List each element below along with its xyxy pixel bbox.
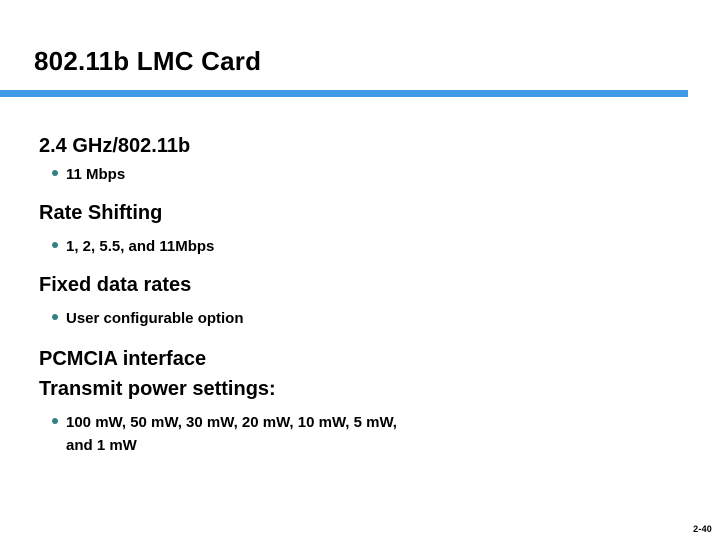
list-item-label: 1, 2, 5.5, and 11Mbps bbox=[66, 238, 215, 255]
list-item: 11 Mbps bbox=[39, 163, 679, 186]
list-item: User configurable option bbox=[39, 307, 679, 330]
list-item-label: User configurable option bbox=[66, 310, 244, 327]
content-block: Transmit power settings: 100 mW, 50 mW, … bbox=[39, 376, 679, 457]
section-heading: PCMCIA interface bbox=[39, 348, 207, 370]
slide-canvas: 802.11b LMC Card 2.4 GHz/802.11b 11 Mbps… bbox=[0, 0, 720, 540]
list-item: 100 mW, 50 mW, 30 mW, 20 mW, 10 mW, 5 mW… bbox=[39, 411, 679, 457]
list-item-label: 100 mW, 50 mW, 30 mW, 20 mW, 10 mW, 5 mW… bbox=[66, 414, 397, 454]
slide-title-area: 802.11b LMC Card bbox=[34, 44, 684, 84]
bullet-dot-icon bbox=[52, 163, 66, 186]
section-heading: Fixed data rates bbox=[39, 274, 192, 296]
section-heading: 2.4 GHz/802.11b bbox=[39, 135, 191, 157]
content-block: 2.4 GHz/802.11b 11 Mbps bbox=[39, 133, 679, 186]
list-item-label: 11 Mbps bbox=[66, 166, 126, 183]
content-block: PCMCIA interface bbox=[39, 346, 679, 372]
content-block: Rate Shifting 1, 2, 5.5, and 11Mbps bbox=[39, 200, 679, 258]
bullet-dot-icon bbox=[52, 235, 66, 258]
title-divider-rule bbox=[0, 90, 688, 97]
content-block: Fixed data rates User configurable optio… bbox=[39, 272, 679, 330]
slide-body: 2.4 GHz/802.11b 11 Mbps Rate Shifting 1,… bbox=[39, 133, 679, 457]
bullet-dot-icon bbox=[52, 307, 66, 330]
section-heading: Rate Shifting bbox=[39, 202, 163, 224]
section-heading: Transmit power settings: bbox=[39, 378, 276, 400]
page-number: 2-40 bbox=[693, 524, 712, 534]
bullet-dot-icon bbox=[52, 411, 66, 434]
page-title: 802.11b LMC Card bbox=[34, 46, 262, 76]
list-item: 1, 2, 5.5, and 11Mbps bbox=[39, 235, 679, 258]
